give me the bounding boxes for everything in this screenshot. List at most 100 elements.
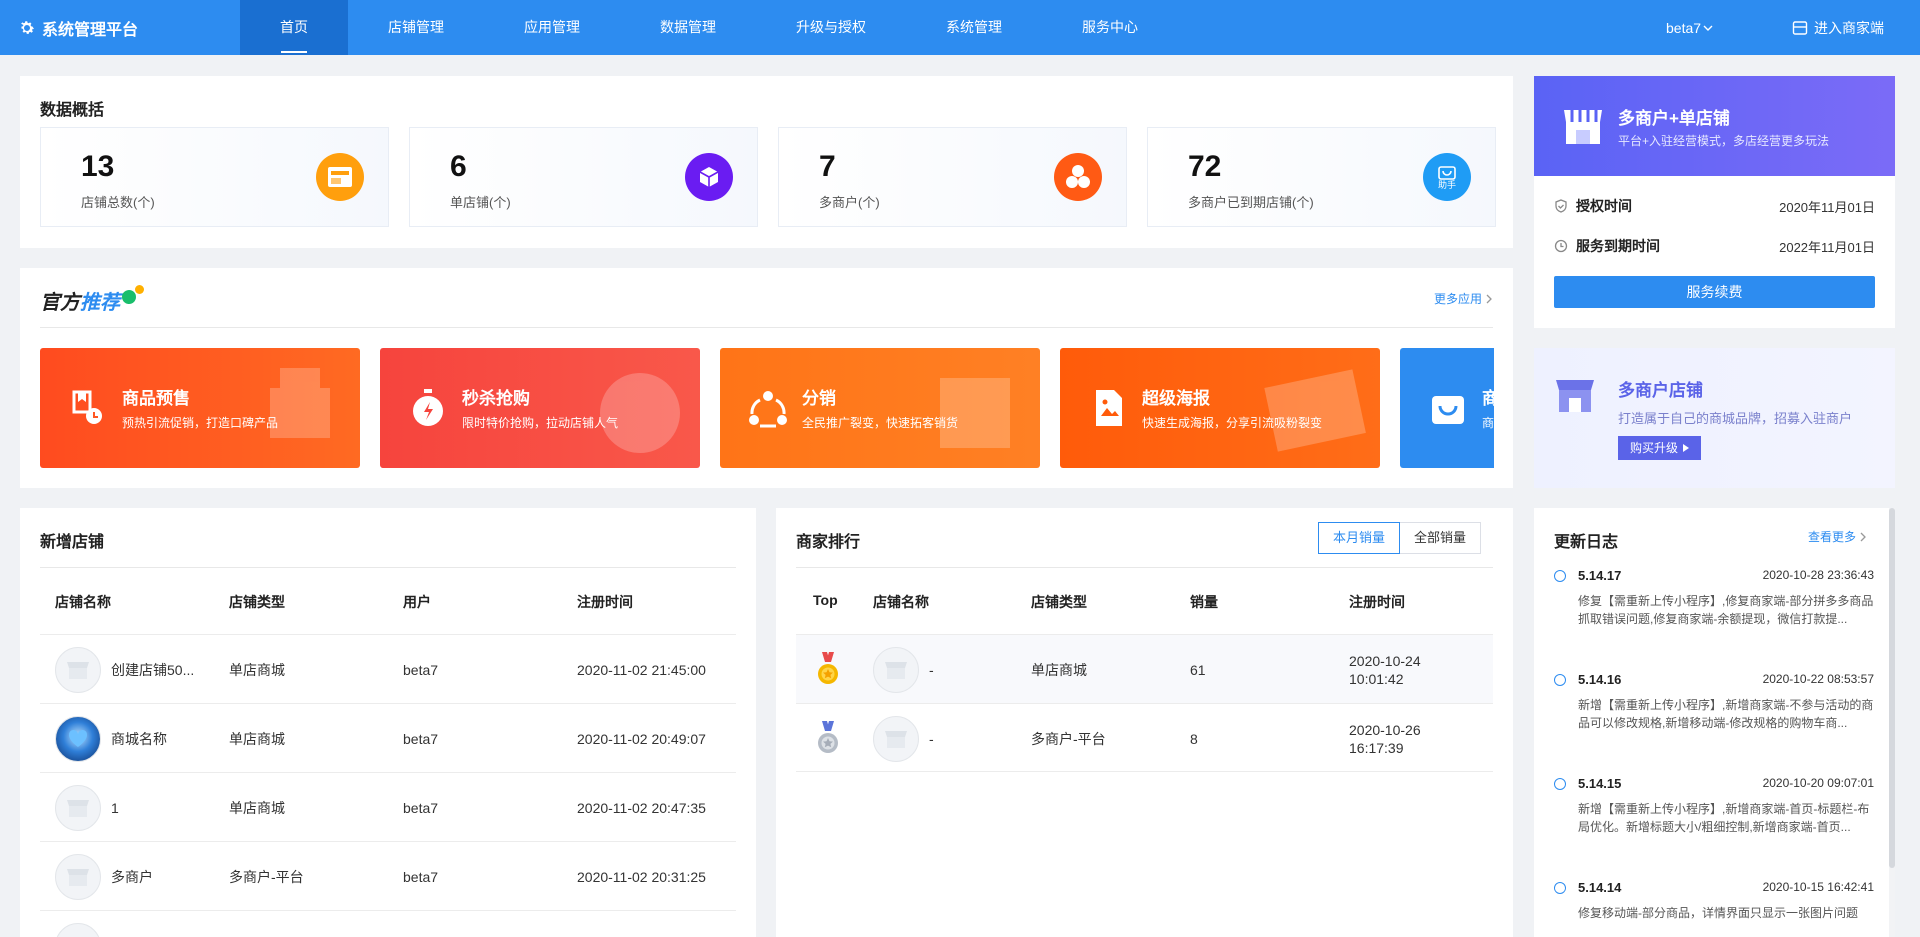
recommend-title-b: 推荐 <box>80 292 120 314</box>
timeline-dot <box>1554 882 1566 894</box>
store-name: 商城名称 <box>111 730 167 747</box>
col-store-name: 店铺名称 <box>873 594 929 610</box>
store-user: beta7 <box>403 661 439 678</box>
license-panel: 多商户+单店铺 平台+入驻经营模式，多店经营更多玩法 授权时间 2020年11月… <box>1534 76 1895 328</box>
register-clock: 10:01:42 <box>1349 670 1404 687</box>
expire-time-row: 服务到期时间 2022年11月01日 <box>1554 236 1875 256</box>
chevron-right-icon <box>1486 294 1492 303</box>
license-banner: 多商户+单店铺 平台+入驻经营模式，多店经营更多玩法 <box>1534 76 1895 176</box>
multi-store-panel: 多商户店铺 打造属于自己的商城品牌，招募入驻商户 购买升级 <box>1534 348 1895 488</box>
cart-illustration-icon <box>270 368 330 438</box>
app-tiles-row: 商品预售 预热引流促销，打造口碑产品 秒杀抢购 限时特价抢购，拉动店铺人气 分销… <box>40 348 1494 468</box>
renew-service-button[interactable]: 服务续费 <box>1554 276 1875 308</box>
timeline-dot <box>1554 674 1566 686</box>
col-store-name: 店铺名称 <box>55 594 111 610</box>
store-type: 单店商城 <box>1031 661 1087 678</box>
enter-merchant-label: 进入商家端 <box>1814 19 1884 36</box>
nav-system-management[interactable]: 系统管理 <box>906 0 1042 55</box>
store-name: 创建店铺50... <box>111 661 195 678</box>
col-top: Top <box>813 592 838 608</box>
store-type: 多商户-平台 <box>1031 730 1106 747</box>
log-version: 5.14.17 <box>1578 568 1622 583</box>
store-avatar <box>873 646 919 693</box>
nav-store-management[interactable]: 店铺管理 <box>348 0 484 55</box>
stopwatch-icon <box>413 389 443 426</box>
store-time: 2020-11-02 20:47:35 <box>577 799 706 816</box>
log-version: 5.14.14 <box>1578 880 1622 895</box>
timeline-dot <box>1554 778 1566 790</box>
store-avatar <box>55 853 101 900</box>
tab-monthly-sales[interactable]: 本月销量 <box>1318 522 1401 554</box>
storefront-awning-icon <box>1564 110 1602 144</box>
nav-app-management[interactable]: 应用管理 <box>484 0 620 55</box>
changelog-panel: 更新日志 查看更多 5.14.17 2020-10-28 23:36:43 修复… <box>1534 508 1895 937</box>
store-name: - <box>929 661 934 678</box>
overview-card-single-stores: 6 单店铺(个) <box>409 127 758 227</box>
table-row[interactable]: - 多商户-平台 8 2020-10-26 16:17:39 <box>796 703 1493 772</box>
store-avatar <box>873 715 919 762</box>
app-tile-super-poster[interactable]: 超级海报 快速生成海报，分享引流吸粉裂变 <box>1060 348 1380 468</box>
table-row[interactable]: 多商户 多商户-平台 beta7 2020-11-02 20:31:25 <box>40 841 736 910</box>
nav-service-center[interactable]: 服务中心 <box>1042 0 1178 55</box>
table-row[interactable]: - 单店商城 61 2020-10-24 10:01:42 <box>796 634 1493 703</box>
store-time: 2020-10-24 10:01:42 <box>1349 635 1421 704</box>
store-cell: - <box>873 635 934 704</box>
tile-title: 超级海报 <box>1142 389 1210 408</box>
card-label: 店铺总数(个) <box>81 195 155 210</box>
brand[interactable]: 系统管理平台 <box>18 0 138 55</box>
silver-medal-icon <box>816 704 840 773</box>
app-tile-presale[interactable]: 商品预售 预热引流促销，打造口碑产品 <box>40 348 360 468</box>
store-name: 多商户 <box>111 868 153 885</box>
nav-home[interactable]: 首页 <box>240 0 348 55</box>
more-apps-link[interactable]: 更多应用 <box>1434 290 1493 307</box>
shopping-bag-icon <box>1432 396 1464 424</box>
col-sales: 销量 <box>1190 594 1218 610</box>
log-text: 新增【需重新上传小程序】,新增商家端-不参与活动的商品可以修改规格,新增移动端-… <box>1578 698 1874 730</box>
gear-icon <box>21 20 35 34</box>
shield-icon <box>1555 199 1567 213</box>
table-row[interactable]: 1 单店商城 beta7 2020-11-02 20:47:35 <box>40 772 736 841</box>
user-menu[interactable]: beta7 <box>1666 0 1713 55</box>
expire-time-label: 服务到期时间 <box>1576 238 1660 254</box>
assistant-badge: 助手 <box>1437 180 1456 190</box>
recommend-dot-orange <box>135 285 144 294</box>
recommend-panel: 官方推荐 更多应用 商品预售 预热引流促销，打造口碑产品 秒杀抢购 限时特价抢购… <box>20 268 1513 488</box>
log-time: 2020-10-20 09:07:01 <box>1762 776 1874 790</box>
store-cell: 商城名称 <box>55 704 167 773</box>
store-type: 单店商城 <box>229 661 285 678</box>
table-row[interactable]: 创建店铺50... 单店商城 beta7 2020-11-02 21:45:00 <box>40 634 736 703</box>
store-icon <box>316 153 364 201</box>
table-row-partial[interactable] <box>40 910 736 937</box>
share-nodes-icon <box>749 391 787 428</box>
app-tile-distribution[interactable]: 分销 全民推广裂变，快速拓客销货 <box>720 348 1040 468</box>
timeline-dot <box>1554 570 1566 582</box>
table-row[interactable]: 商城名称 单店商城 beta7 2020-11-02 20:49:07 <box>40 703 736 772</box>
new-stores-title: 新增店铺 <box>40 534 105 551</box>
card-value: 7 <box>819 150 836 183</box>
store-avatar <box>55 922 101 937</box>
tab-all-sales[interactable]: 全部销量 <box>1400 522 1482 554</box>
card-value: 72 <box>1188 150 1222 183</box>
store-user: beta7 <box>403 799 439 816</box>
app-tile-flash-sale[interactable]: 秒杀抢购 限时特价抢购，拉动店铺人气 <box>380 348 700 468</box>
tile-title: 分销 <box>802 389 836 408</box>
store-sales: 8 <box>1190 730 1198 747</box>
app-tile-partial[interactable]: 商 商 <box>1400 348 1494 468</box>
log-text: 新增【需重新上传小程序】,新增商家端-首页-标题栏-布局优化。新增标题大小/粗细… <box>1578 802 1870 834</box>
scrollbar-thumb[interactable] <box>1889 508 1895 868</box>
enter-merchant-link[interactable]: 进入商家端 <box>1792 0 1884 55</box>
log-version: 5.14.16 <box>1578 672 1622 687</box>
nav-data-management[interactable]: 数据管理 <box>620 0 756 55</box>
view-more-label: 查看更多 <box>1807 530 1856 544</box>
buy-upgrade-label: 购买升级 <box>1630 441 1679 455</box>
nav-upgrade-auth[interactable]: 升级与授权 <box>756 0 906 55</box>
buy-upgrade-button[interactable]: 购买升级 <box>1618 436 1702 460</box>
overview-card-expired-stores: 72 多商户已到期店铺(个) 助手 <box>1147 127 1496 227</box>
store-avatar <box>55 715 101 762</box>
multi-store-title: 多商户店铺 <box>1618 381 1703 400</box>
view-more-link[interactable]: 查看更多 <box>1808 528 1867 545</box>
scrollbar-track[interactable] <box>1889 508 1895 937</box>
store-placeholder-icon <box>885 730 907 748</box>
more-apps-label: 更多应用 <box>1433 292 1482 306</box>
store-cell: 1 <box>55 773 119 842</box>
